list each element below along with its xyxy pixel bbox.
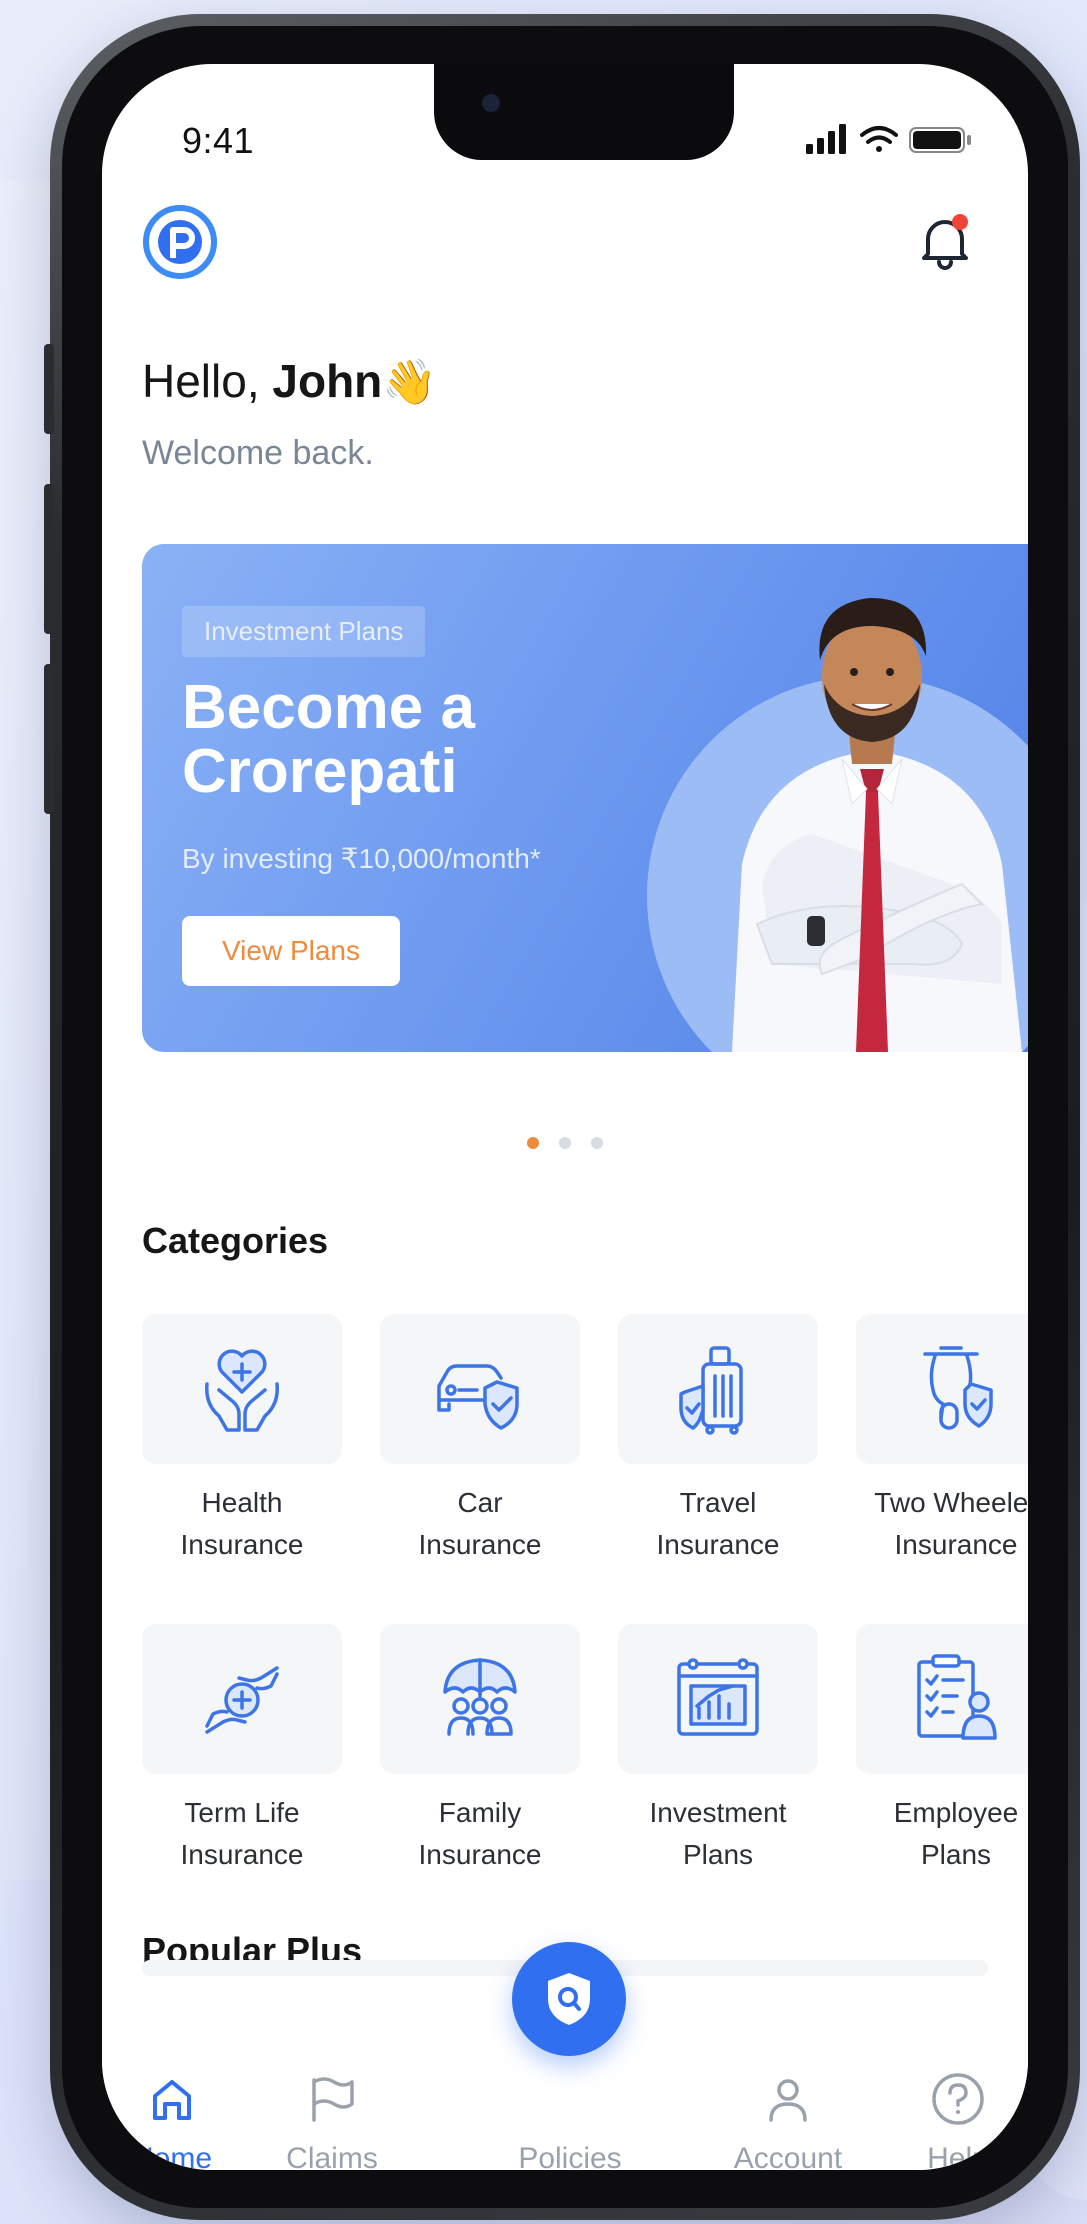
category-two-wheeler-insurance[interactable]: Two Wheeler Insurance [856,1314,1028,1566]
view-plans-button[interactable]: View Plans [182,916,400,986]
category-label: Car Insurance [418,1487,542,1560]
category-icon-box [142,1624,342,1774]
nav-label: Claims [286,2142,378,2170]
wifi-icon [860,126,898,152]
help-icon [932,2073,984,2125]
promo-banner[interactable]: Investment Plans Become a Crorepati By i… [142,544,1028,1052]
greeting: Hello, John👋 [142,354,437,408]
nav-item-help[interactable]: Help [878,2064,1028,2170]
camera-icon [482,94,500,112]
category-investment-plans[interactable]: Investment Plans [618,1624,818,1876]
carousel-dots [102,1136,1028,1154]
banner-title: Become a Crorepati [182,673,475,806]
carousel-dot[interactable] [559,1137,571,1149]
banner-subtitle: By investing ₹10,000/month* [182,843,541,874]
carousel-dot-active[interactable] [527,1137,539,1149]
category-label: Two Wheeler Insurance [874,1487,1028,1560]
app-logo-icon[interactable] [142,204,218,280]
category-employee-plans[interactable]: Employee Plans [856,1624,1028,1876]
phone-side-button [44,484,54,634]
car-insurance-icon [437,1364,519,1430]
notification-badge [952,214,968,230]
battery-icon [909,127,971,153]
user-icon [769,2079,807,2122]
nav-label: Policies [518,2142,622,2170]
category-icon-box [380,1314,580,1464]
category-label: Travel Insurance [656,1487,780,1560]
nav-label: Account [733,2142,843,2170]
investment-plans-icon [677,1658,759,1736]
nav-label: Help [927,2142,989,2170]
category-family-insurance[interactable]: Family Insurance [380,1624,580,1876]
employee-plans-icon [917,1654,997,1740]
categories-title: Categories [142,1220,329,1261]
health-insurance-icon [205,1349,279,1432]
phone-frame: 9:41 Hello, John👋 Welcome back. Investme… [44,14,1080,2220]
carousel-dot[interactable] [591,1137,603,1149]
category-icon-box [856,1624,1028,1774]
category-icon-box [618,1624,818,1774]
flag-icon [312,2077,354,2122]
status-time: 9:41 [182,120,255,161]
banner-person-image [732,598,1022,1052]
category-icon-box [142,1314,342,1464]
category-label: Health Insurance [180,1487,304,1560]
category-term-life-insurance[interactable]: Term Life Insurance [142,1624,342,1876]
notch [434,64,734,160]
banner-tag: Investment Plans [182,606,426,657]
category-label: Employee Plans [893,1797,1019,1870]
nav-label: Home [131,2142,213,2170]
shield-search-icon [548,1973,590,2025]
user-name: John [272,355,383,407]
category-label: Investment Plans [649,1797,787,1870]
status-bar: 9:41 [102,64,1028,174]
nav-item-home[interactable]: Home [102,2064,252,2170]
category-label: Family Insurance [418,1797,542,1870]
phone-side-button [44,664,54,814]
category-car-insurance[interactable]: Car Insurance [380,1314,580,1566]
policies-fab-button[interactable] [512,1942,626,2056]
family-insurance-icon [443,1658,517,1736]
category-travel-insurance[interactable]: Travel Insurance [618,1314,818,1566]
nav-item-claims[interactable]: Claims [252,2064,412,2170]
term-life-insurance-icon [205,1666,279,1734]
two-wheeler-insurance-icon [923,1346,993,1430]
wave-emoji: 👋 [382,358,438,407]
app-screen: 9:41 Hello, John👋 Welcome back. Investme… [102,64,1028,2170]
greeting-hello: Hello, [142,355,260,407]
home-icon [153,2080,191,2120]
category-icon-box [618,1314,818,1464]
status-icons [806,124,971,154]
category-icon-box [856,1314,1028,1464]
phone-side-button [44,344,54,434]
bell-icon[interactable] [918,212,972,272]
signal-icon [806,124,846,154]
category-health-insurance[interactable]: Health Insurance [142,1314,342,1566]
category-label: Term Life Insurance [180,1797,304,1870]
welcome-subtitle: Welcome back. [142,434,374,472]
category-icon-box [380,1624,580,1774]
nav-item-policies[interactable]: Policies [490,2064,650,2170]
nav-item-account[interactable]: Account [708,2064,868,2170]
travel-insurance-icon [679,1346,743,1435]
